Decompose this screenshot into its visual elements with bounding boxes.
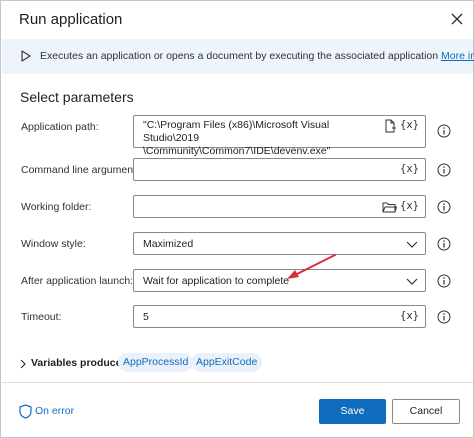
info-text: Executes an application or opens a docum… — [40, 50, 439, 62]
cancel-button[interactable]: Cancel — [392, 399, 460, 424]
application-path-line-1: "C:\Program Files (x86)\Microsoft Visual… — [143, 119, 330, 144]
info-bar: Executes an application or opens a docum… — [2, 39, 474, 74]
variable-picker-icon[interactable]: {x} — [400, 163, 419, 175]
after-application-launch-label: After application launch: — [21, 275, 134, 287]
variable-picker-icon[interactable]: {x} — [400, 119, 419, 131]
section-title: Select parameters — [20, 89, 134, 105]
working-folder-field[interactable]: {x} — [133, 195, 426, 218]
variables-produced-label[interactable]: Variables produced — [31, 357, 128, 369]
command-line-arguments-label: Command line arguments: — [21, 164, 145, 176]
variable-picker-icon[interactable]: {x} — [400, 310, 419, 322]
info-circle-icon[interactable] — [437, 310, 451, 324]
save-button[interactable]: Save — [319, 399, 386, 424]
window-style-dropdown[interactable]: Maximized — [133, 232, 426, 255]
play-icon — [21, 50, 31, 62]
run-application-dialog: Run application Executes an application … — [0, 0, 474, 438]
file-picker-icon[interactable] — [383, 119, 397, 133]
working-folder-label: Working folder: — [21, 201, 92, 213]
command-line-arguments-field[interactable]: {x} — [133, 158, 426, 181]
more-info-link[interactable]: More info — [441, 50, 474, 62]
chevron-down-icon[interactable] — [406, 239, 418, 249]
info-circle-icon[interactable] — [437, 163, 451, 177]
application-path-line-2: \Community\Common7\IDE\devenv.exe" — [143, 145, 331, 157]
application-path-value: "C:\Program Files (x86)\Microsoft Visual… — [143, 119, 388, 158]
info-circle-icon[interactable] — [437, 200, 451, 214]
close-icon[interactable] — [449, 11, 465, 27]
application-path-label: Application path: — [21, 121, 99, 133]
on-error-label[interactable]: On error — [35, 405, 74, 417]
application-path-field[interactable]: "C:\Program Files (x86)\Microsoft Visual… — [133, 115, 426, 157]
info-circle-icon[interactable] — [437, 124, 451, 138]
info-circle-icon[interactable] — [437, 274, 451, 288]
variable-chip-app-exit-code[interactable]: AppExitCode — [191, 353, 263, 372]
timeout-field[interactable]: 5 {x} — [133, 305, 426, 328]
folder-icon[interactable] — [382, 200, 397, 214]
footer-divider — [2, 382, 473, 383]
variable-picker-icon[interactable]: {x} — [400, 200, 419, 212]
variable-chip-app-process-id[interactable]: AppProcessId — [118, 353, 194, 372]
info-description: Executes an application or opens a docum… — [40, 50, 474, 62]
after-application-launch-value: Wait for application to complete — [143, 275, 290, 287]
chevron-down-icon[interactable] — [406, 276, 418, 286]
window-style-label: Window style: — [21, 238, 86, 250]
timeout-label: Timeout: — [21, 311, 62, 323]
info-circle-icon[interactable] — [437, 237, 451, 251]
timeout-value: 5 — [143, 311, 149, 323]
chevron-right-icon[interactable] — [19, 359, 27, 369]
window-style-value: Maximized — [143, 238, 194, 250]
dialog-title: Run application — [19, 11, 123, 28]
after-application-launch-dropdown[interactable]: Wait for application to complete — [133, 269, 426, 292]
shield-icon — [19, 404, 32, 419]
